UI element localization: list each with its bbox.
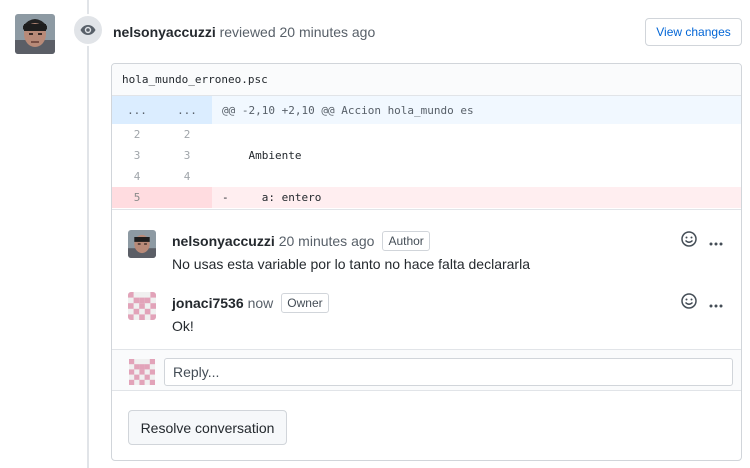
line-number-left[interactable]: 5 xyxy=(112,187,162,208)
view-changes-button[interactable]: View changes xyxy=(645,18,742,46)
line-number-right[interactable]: 4 xyxy=(162,166,212,187)
avatar xyxy=(129,359,155,385)
comment: jonaci7536 now Owner Ok! xyxy=(112,272,741,334)
reviewer-avatar[interactable] xyxy=(15,14,55,54)
review-action-text: reviewed 20 minutes ago xyxy=(219,24,376,40)
avatar[interactable] xyxy=(128,292,156,320)
line-number-right[interactable]: 3 xyxy=(162,145,212,166)
diff-row: 2 2 xyxy=(112,124,741,145)
diff-row-deletion: 5 - a: entero xyxy=(112,187,741,208)
avatar[interactable] xyxy=(128,230,156,258)
comment: nelsonyaccuzzi 20 minutes ago Author No … xyxy=(112,210,741,272)
hunk-expand-left[interactable]: ... xyxy=(112,96,162,124)
line-number-right[interactable] xyxy=(162,187,212,208)
diff-row: 3 3 Ambiente xyxy=(112,145,741,166)
comment-actions xyxy=(681,293,723,312)
comment-header: nelsonyaccuzzi 20 minutes ago Author xyxy=(172,231,430,251)
owner-badge: Owner xyxy=(281,293,329,313)
diff-code: - a: entero xyxy=(222,191,322,204)
line-number-right[interactable]: 2 xyxy=(162,124,212,145)
line-number-left[interactable]: 3 xyxy=(112,145,162,166)
comment-header: jonaci7536 now Owner xyxy=(172,293,329,313)
line-number-left[interactable]: 4 xyxy=(112,166,162,187)
eye-icon xyxy=(72,14,104,46)
review-thread: hola_mundo_erroneo.psc ... ... @@ -2,10 … xyxy=(111,63,742,461)
more-options-icon[interactable] xyxy=(709,233,723,249)
review-author-link[interactable]: nelsonyaccuzzi xyxy=(113,24,216,40)
comment-list: nelsonyaccuzzi 20 minutes ago Author No … xyxy=(112,209,741,334)
add-reaction-icon[interactable] xyxy=(681,293,697,312)
resolve-conversation-button[interactable]: Resolve conversation xyxy=(128,410,287,445)
diff-code: Ambiente xyxy=(222,149,302,162)
diff-code xyxy=(212,124,222,145)
diff-hunk-header: ... ... @@ -2,10 +2,10 @@ Accion hola_mu… xyxy=(112,96,741,124)
line-number-left[interactable]: 2 xyxy=(112,124,162,145)
reply-input[interactable] xyxy=(164,358,733,386)
diff-table: ... ... @@ -2,10 +2,10 @@ Accion hola_mu… xyxy=(112,96,741,208)
hunk-text: @@ -2,10 +2,10 @@ Accion hola_mundo es xyxy=(222,103,474,117)
diff-row: 4 4 xyxy=(112,166,741,187)
comment-body: Ok! xyxy=(172,318,194,334)
reply-row xyxy=(112,349,741,391)
diff-code xyxy=(212,166,222,187)
timeline-line xyxy=(87,0,89,468)
hunk-expand-right[interactable]: ... xyxy=(162,96,212,124)
add-reaction-icon[interactable] xyxy=(681,231,697,250)
comment-timestamp[interactable]: 20 minutes ago xyxy=(279,233,375,249)
comment-author-link[interactable]: jonaci7536 xyxy=(172,295,244,311)
file-name[interactable]: hola_mundo_erroneo.psc xyxy=(122,73,268,86)
review-header: nelsonyaccuzzi reviewed 20 minutes ago xyxy=(113,24,375,40)
author-badge: Author xyxy=(382,231,430,251)
comment-body: No usas esta variable por lo tanto no ha… xyxy=(172,256,530,272)
file-header: hola_mundo_erroneo.psc xyxy=(112,64,741,96)
comment-author-link[interactable]: nelsonyaccuzzi xyxy=(172,233,275,249)
more-options-icon[interactable] xyxy=(709,295,723,311)
comment-timestamp[interactable]: now xyxy=(248,295,274,311)
comment-actions xyxy=(681,231,723,250)
